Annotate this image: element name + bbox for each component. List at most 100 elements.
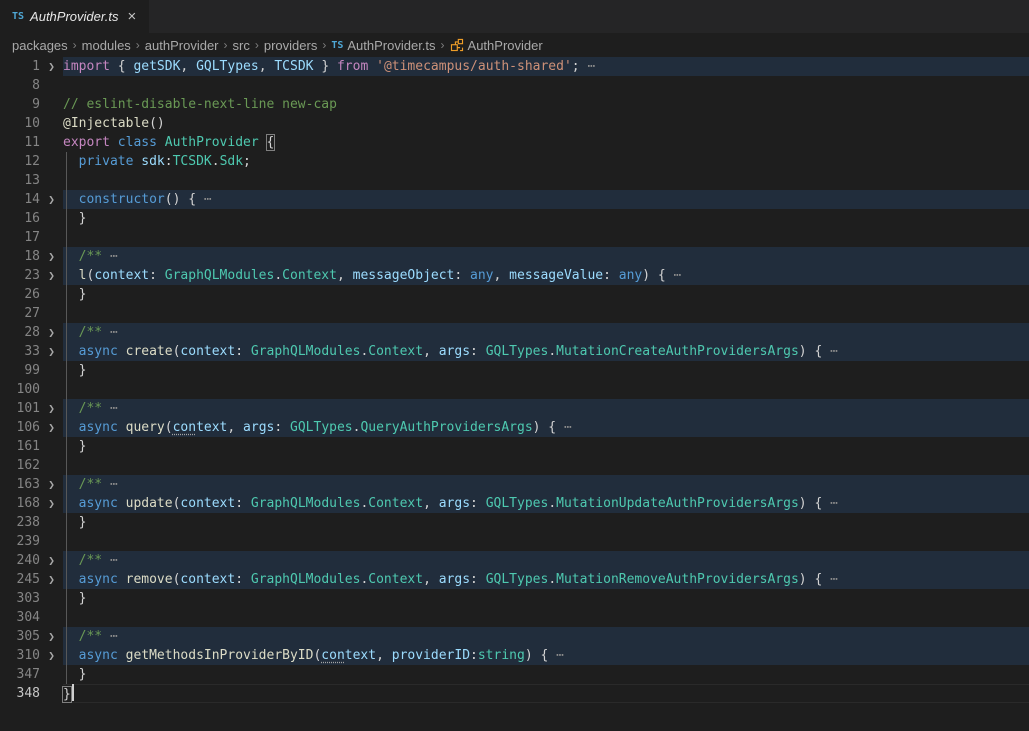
code-line-content[interactable]: } xyxy=(63,285,1029,304)
code-line-content[interactable] xyxy=(63,228,1029,247)
code-line-content[interactable] xyxy=(63,76,1029,95)
line-number[interactable]: 99 xyxy=(0,361,40,380)
code-line[interactable]: 347 } xyxy=(0,665,1029,684)
code-line[interactable]: 305❯ /** ⋯ xyxy=(0,627,1029,646)
line-number[interactable]: 18 xyxy=(0,247,40,266)
code-line-content[interactable]: async update(context: GraphQLModules.Con… xyxy=(63,494,1029,513)
fold-chevron-icon[interactable]: ❯ xyxy=(40,418,63,437)
gutter[interactable]: 1❯ xyxy=(0,57,63,76)
line-number[interactable]: 240 xyxy=(0,551,40,570)
code-line-content[interactable]: import { getSDK, GQLTypes, TCSDK } from … xyxy=(63,57,1029,76)
code-line[interactable]: 27 xyxy=(0,304,1029,323)
line-number[interactable]: 33 xyxy=(0,342,40,361)
line-number[interactable]: 304 xyxy=(0,608,40,627)
line-number[interactable]: 23 xyxy=(0,266,40,285)
gutter[interactable]: 239 xyxy=(0,532,63,551)
code-line[interactable]: 23❯ l(context: GraphQLModules.Context, m… xyxy=(0,266,1029,285)
code-line[interactable]: 99 } xyxy=(0,361,1029,380)
gutter[interactable]: 240❯ xyxy=(0,551,63,570)
gutter[interactable]: 168❯ xyxy=(0,494,63,513)
line-number[interactable]: 28 xyxy=(0,323,40,342)
code-line[interactable]: 304 xyxy=(0,608,1029,627)
fold-chevron-icon[interactable]: ❯ xyxy=(40,190,63,209)
code-line-content[interactable] xyxy=(63,608,1029,627)
code-line[interactable]: 26 } xyxy=(0,285,1029,304)
gutter[interactable]: 347 xyxy=(0,665,63,684)
line-number[interactable]: 162 xyxy=(0,456,40,475)
line-number[interactable]: 163 xyxy=(0,475,40,494)
code-line-content[interactable]: } xyxy=(63,209,1029,228)
line-number[interactable]: 106 xyxy=(0,418,40,437)
code-line[interactable]: 33❯ async create(context: GraphQLModules… xyxy=(0,342,1029,361)
fold-chevron-icon[interactable]: ❯ xyxy=(40,399,63,418)
code-line[interactable]: 348} xyxy=(0,684,1029,703)
line-number[interactable]: 238 xyxy=(0,513,40,532)
code-line[interactable]: 238 } xyxy=(0,513,1029,532)
code-line[interactable]: 310❯ async getMethodsInProviderByID(cont… xyxy=(0,646,1029,665)
gutter[interactable]: 16 xyxy=(0,209,63,228)
code-line[interactable]: 100 xyxy=(0,380,1029,399)
line-number[interactable]: 10 xyxy=(0,114,40,133)
gutter[interactable]: 8 xyxy=(0,76,63,95)
code-line-content[interactable]: @Injectable() xyxy=(63,114,1029,133)
code-line-content[interactable]: /** ⋯ xyxy=(63,247,1029,266)
line-number[interactable]: 348 xyxy=(0,684,40,703)
code-line[interactable]: 11 export class AuthProvider { xyxy=(0,133,1029,152)
code-line[interactable]: 163❯ /** ⋯ xyxy=(0,475,1029,494)
code-line-content[interactable]: async create(context: GraphQLModules.Con… xyxy=(63,342,1029,361)
gutter[interactable]: 99 xyxy=(0,361,63,380)
gutter[interactable]: 23❯ xyxy=(0,266,63,285)
gutter[interactable]: 27 xyxy=(0,304,63,323)
close-icon[interactable]: × xyxy=(124,8,139,25)
gutter[interactable]: 18❯ xyxy=(0,247,63,266)
line-number[interactable]: 9 xyxy=(0,95,40,114)
line-number[interactable]: 101 xyxy=(0,399,40,418)
code-line-content[interactable]: /** ⋯ xyxy=(63,399,1029,418)
code-line-content[interactable]: export class AuthProvider { xyxy=(63,133,1029,152)
code-line[interactable]: 10 @Injectable() xyxy=(0,114,1029,133)
code-line-content[interactable]: } xyxy=(63,361,1029,380)
code-line[interactable]: 168❯ async update(context: GraphQLModule… xyxy=(0,494,1029,513)
code-line[interactable]: 101❯ /** ⋯ xyxy=(0,399,1029,418)
gutter[interactable]: 161 xyxy=(0,437,63,456)
code-line-content[interactable]: } xyxy=(63,684,1029,703)
code-line[interactable]: 14❯ constructor() { ⋯ xyxy=(0,190,1029,209)
code-line-content[interactable] xyxy=(63,456,1029,475)
line-number[interactable]: 8 xyxy=(0,76,40,95)
line-number[interactable]: 26 xyxy=(0,285,40,304)
gutter[interactable]: 17 xyxy=(0,228,63,247)
code-line[interactable]: 17 xyxy=(0,228,1029,247)
fold-chevron-icon[interactable]: ❯ xyxy=(40,266,63,285)
code-line-content[interactable]: async getMethodsInProviderByID(context, … xyxy=(63,646,1029,665)
code-line[interactable]: 18❯ /** ⋯ xyxy=(0,247,1029,266)
fold-chevron-icon[interactable]: ❯ xyxy=(40,475,63,494)
line-number[interactable]: 13 xyxy=(0,171,40,190)
code-line-content[interactable]: l(context: GraphQLModules.Context, messa… xyxy=(63,266,1029,285)
code-line-content[interactable]: async query(context, args: GQLTypes.Quer… xyxy=(63,418,1029,437)
code-line-content[interactable]: /** ⋯ xyxy=(63,627,1029,646)
code-line-content[interactable]: /** ⋯ xyxy=(63,551,1029,570)
line-number[interactable]: 17 xyxy=(0,228,40,247)
gutter[interactable]: 245❯ xyxy=(0,570,63,589)
gutter[interactable]: 26 xyxy=(0,285,63,304)
breadcrumb-item-authprovider[interactable]: authProvider xyxy=(145,38,219,53)
line-number[interactable]: 239 xyxy=(0,532,40,551)
code-line[interactable]: 16 } xyxy=(0,209,1029,228)
line-number[interactable]: 161 xyxy=(0,437,40,456)
line-number[interactable]: 11 xyxy=(0,133,40,152)
code-line[interactable]: 239 xyxy=(0,532,1029,551)
breadcrumb-item-src[interactable]: src xyxy=(233,38,250,53)
line-number[interactable]: 100 xyxy=(0,380,40,399)
gutter[interactable]: 238 xyxy=(0,513,63,532)
gutter[interactable]: 304 xyxy=(0,608,63,627)
code-line-content[interactable]: } xyxy=(63,665,1029,684)
line-number[interactable]: 305 xyxy=(0,627,40,646)
gutter[interactable]: 348 xyxy=(0,684,63,703)
gutter[interactable]: 10 xyxy=(0,114,63,133)
line-number[interactable]: 12 xyxy=(0,152,40,171)
fold-chevron-icon[interactable]: ❯ xyxy=(40,57,63,76)
fold-chevron-icon[interactable]: ❯ xyxy=(40,627,63,646)
code-line[interactable]: 1❯import { getSDK, GQLTypes, TCSDK } fro… xyxy=(0,57,1029,76)
gutter[interactable]: 100 xyxy=(0,380,63,399)
gutter[interactable]: 162 xyxy=(0,456,63,475)
